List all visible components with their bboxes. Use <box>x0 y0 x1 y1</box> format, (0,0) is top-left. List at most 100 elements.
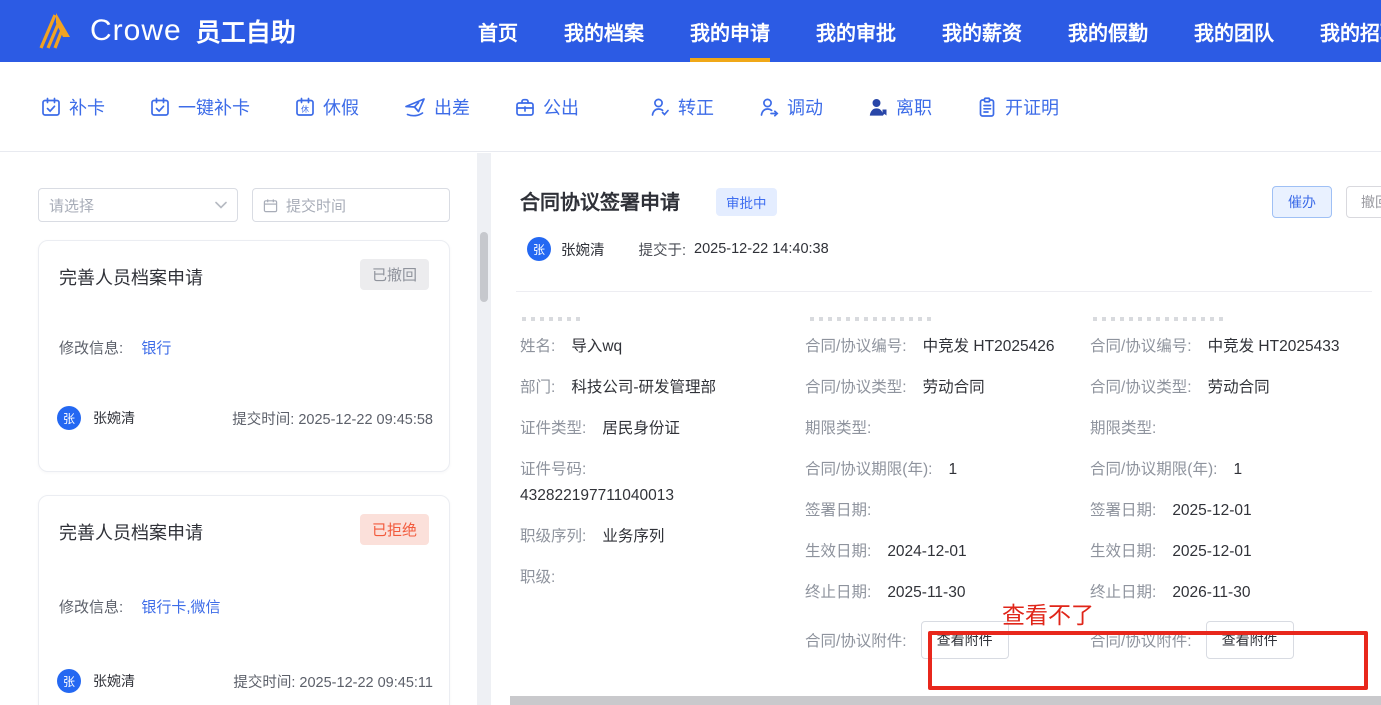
svg-text:休: 休 <box>301 104 309 114</box>
modified-field-link[interactable]: 银行卡,微信 <box>141 599 220 616</box>
nav-my-team[interactable]: 我的团队 <box>1194 0 1274 62</box>
employee-self-service-screen: Crowe 员工自助 首页 我的档案 我的申请 我的审批 我的薪资 我的假勤 我… <box>0 0 1381 705</box>
status-badge: 已拒绝 <box>359 514 429 545</box>
detail-row: 职级序列: 业务序列 <box>520 528 665 545</box>
clipped-section-header <box>810 317 935 321</box>
card-modified-info: 修改信息: 银行 <box>59 337 171 358</box>
action-card-reissue[interactable]: 补卡 <box>40 94 105 120</box>
card-title: 完善人员档案申请 <box>59 268 203 288</box>
calendar-icon <box>263 198 278 212</box>
calendar-check-icon <box>42 97 60 116</box>
main-horizontal-scrollbar-thumb[interactable] <box>510 696 1381 705</box>
action-resignation[interactable]: 离职 <box>867 94 932 120</box>
approval-status-badge: 审批中 <box>716 188 777 216</box>
submitted-at-label: 提交于: <box>638 242 687 259</box>
detail-row: 部门: 科技公司-研发管理部 <box>520 379 716 396</box>
detail-row: 职级: <box>520 569 556 586</box>
annotation-text: 查看不了 <box>1002 602 1094 628</box>
action-label: 休假 <box>323 97 359 118</box>
detail-row: 合同/协议类型: 劳动合同 <box>805 379 985 396</box>
withdraw-button[interactable]: 撤回 <box>1346 186 1381 218</box>
card-modified-info: 修改信息: 银行卡,微信 <box>59 596 221 617</box>
view-attachment-button[interactable]: 查看附件 <box>1205 621 1294 659</box>
brand-name: Crowe <box>90 14 182 47</box>
nav-home[interactable]: 首页 <box>478 0 518 62</box>
submitter-name: 张婉清 <box>93 673 135 689</box>
detail-row: 证件类型: 居民身份证 <box>520 420 680 437</box>
avatar: 张 <box>57 406 81 430</box>
main-nav: 首页 我的档案 我的申请 我的审批 我的薪资 我的假勤 我的团队 我的招聘 <box>478 0 1381 62</box>
action-transfer[interactable]: 调动 <box>758 94 823 120</box>
person-arrow-icon <box>760 98 779 117</box>
application-card-withdrawn[interactable]: 完善人员档案申请 已撤回 修改信息: 银行 张 张婉清 提交时间: 2025-1… <box>38 240 450 472</box>
detail-row: 生效日期: 2025-12-01 <box>1090 543 1252 560</box>
person-info-column: 姓名: 导入wq 部门: 科技公司-研发管理部 证件类型: 居民身份证 证件号码: 43… <box>520 334 788 606</box>
action-label: 调动 <box>787 97 823 118</box>
quick-actions-toolbar: 补卡 一键补卡 休 休假 出差 公出 转正 调动 离职 开证明 <box>0 62 1381 152</box>
detail-row: 姓名: 导入wq <box>520 338 623 355</box>
detail-row: 合同/协议类型: 劳动合同 <box>1090 379 1270 396</box>
field-label: 修改信息: <box>59 340 124 357</box>
action-confirmation[interactable]: 转正 <box>649 94 714 120</box>
action-label: 补卡 <box>69 97 105 118</box>
action-official-out[interactable]: 公出 <box>514 94 579 120</box>
field-label: 修改信息: <box>59 599 124 616</box>
action-label: 离职 <box>896 97 932 118</box>
nav-my-archive[interactable]: 我的档案 <box>564 0 644 62</box>
briefcase-icon <box>516 98 534 116</box>
nav-my-applications[interactable]: 我的申请 <box>690 0 770 62</box>
person-leave-icon <box>869 98 887 116</box>
status-badge: 已撤回 <box>359 259 429 290</box>
detail-row: 终止日期: 2026-11-30 <box>1090 584 1251 601</box>
detail-row: 证件号码: 432822197711040013 <box>520 461 675 504</box>
detail-row: 签署日期: 2025-12-01 <box>1090 502 1252 519</box>
avatar: 张 <box>57 669 81 693</box>
submitter-name: 张婉清 <box>561 242 605 259</box>
action-label: 公出 <box>543 97 579 118</box>
detail-row: 签署日期: <box>805 502 872 519</box>
app-header: Crowe 员工自助 首页 我的档案 我的申请 我的审批 我的薪资 我的假勤 我… <box>0 0 1381 62</box>
submitter-name: 张婉清 <box>93 410 135 426</box>
action-label: 开证明 <box>1005 97 1059 118</box>
brand: Crowe 员工自助 <box>34 11 296 51</box>
detail-row: 合同/协议期限(年): 1 <box>1090 461 1243 478</box>
nav-my-recruiting[interactable]: 我的招聘 <box>1320 0 1381 62</box>
nav-my-salary[interactable]: 我的薪资 <box>942 0 1022 62</box>
submit-time-filter[interactable]: 提交时间 <box>252 188 450 222</box>
modified-field-link[interactable]: 银行 <box>141 340 171 357</box>
clipped-section-header <box>522 317 584 321</box>
clipped-section-header <box>1093 317 1223 321</box>
nav-my-leave[interactable]: 我的假勤 <box>1068 0 1148 62</box>
certificate-icon <box>979 96 995 117</box>
action-open-certificate[interactable]: 开证明 <box>976 94 1059 120</box>
card-title: 完善人员档案申请 <box>59 523 203 543</box>
chevron-down-icon <box>215 201 227 209</box>
sidebar-scrollbar-thumb[interactable] <box>480 232 488 302</box>
action-label: 一键补卡 <box>178 97 250 118</box>
action-business-trip[interactable]: 出差 <box>403 94 470 120</box>
detail-row: 期限类型: <box>805 420 872 437</box>
detail-row: 合同/协议期限(年): 1 <box>805 461 958 478</box>
action-one-key-reissue[interactable]: 一键补卡 <box>149 94 250 120</box>
urge-button[interactable]: 催办 <box>1272 186 1332 218</box>
detail-row: 期限类型: <box>1090 420 1157 437</box>
person-check-icon <box>651 98 669 116</box>
nav-my-approvals[interactable]: 我的审批 <box>816 0 896 62</box>
crowe-mountain-icon <box>39 13 70 49</box>
action-label: 出差 <box>434 97 470 118</box>
status-filter-select[interactable]: 请选择 <box>38 188 238 222</box>
page-title: 合同协议签署申请 <box>520 192 680 214</box>
select-placeholder: 请选择 <box>49 197 95 215</box>
date-placeholder: 提交时间 <box>286 197 347 215</box>
detail-row: 合同/协议编号: 中竞发 HT2025433 <box>1090 338 1340 355</box>
attachment-row: 合同/协议附件: 查看附件 <box>1090 621 1375 659</box>
application-card-rejected[interactable]: 完善人员档案申请 已拒绝 修改信息: 银行卡,微信 张 张婉清 提交时间: 20… <box>38 495 450 705</box>
action-vacation[interactable]: 休 休假 <box>294 94 359 120</box>
detail-row: 合同/协议编号: 中竞发 HT2025426 <box>805 338 1055 355</box>
contract-2-column: 合同/协议编号: 中竞发 HT2025433 合同/协议类型: 劳动合同 期限类型:… <box>1090 334 1375 659</box>
paper-plane-icon <box>405 97 425 117</box>
calendar-rest-icon: 休 <box>296 97 314 116</box>
view-attachment-button[interactable]: 查看附件 <box>920 621 1009 659</box>
submit-time: 提交时间: 2025-12-22 09:45:11 <box>233 674 433 691</box>
avatar: 张 <box>527 237 551 261</box>
